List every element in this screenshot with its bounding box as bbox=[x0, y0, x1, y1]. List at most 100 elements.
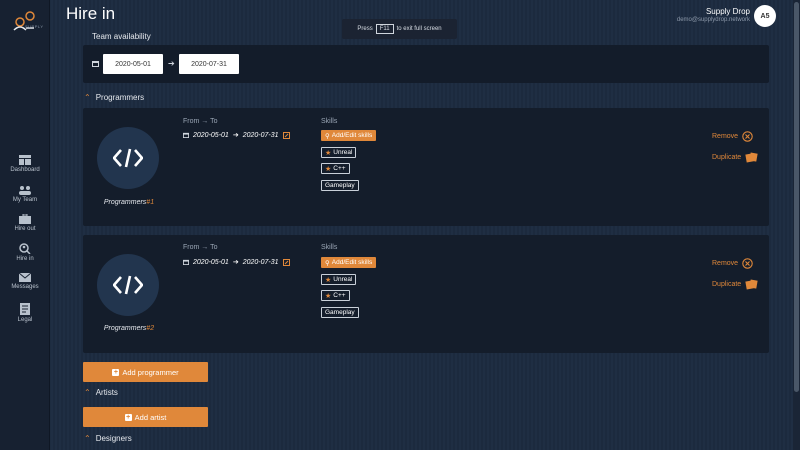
sidebar: SUPPLY Dashboard My Team Hire out Hire i… bbox=[0, 0, 50, 450]
calendar-icon bbox=[92, 61, 99, 67]
skill-tag-label: Gameplay bbox=[325, 182, 355, 189]
section-title: Programmers bbox=[95, 93, 145, 102]
chevron-up-icon: ⌃ bbox=[84, 93, 91, 102]
arrow-right-icon: ➔ bbox=[232, 259, 239, 266]
star-icon: ★ bbox=[325, 165, 332, 173]
sidebar-item-hire-in[interactable]: Hire in bbox=[0, 243, 50, 262]
envelope-icon bbox=[19, 273, 31, 282]
sidebar-item-label: Hire out bbox=[14, 226, 36, 232]
key-icon: ⚲ bbox=[325, 259, 330, 267]
copy-icon bbox=[745, 279, 758, 290]
calendar-icon bbox=[183, 259, 189, 265]
key-icon: ⚲ bbox=[325, 132, 330, 140]
calendar-icon bbox=[183, 132, 189, 138]
code-icon bbox=[97, 254, 159, 316]
close-circle-icon bbox=[742, 131, 753, 142]
edit-skills-label: Add/Edit skills bbox=[331, 259, 373, 266]
copy-icon bbox=[745, 152, 758, 163]
section-title: Artists bbox=[95, 388, 118, 397]
fullscreen-hint-prefix: Press bbox=[357, 26, 373, 32]
arrow-right-icon: ➔ bbox=[232, 132, 239, 139]
add-programmer-button[interactable]: + Add programmer bbox=[83, 362, 208, 382]
user-info[interactable]: Supply Drop demo@supplydrop.network bbox=[677, 7, 750, 23]
card-from-date: 2020-05-01 bbox=[193, 131, 229, 139]
duplicate-button[interactable]: Duplicate bbox=[712, 152, 758, 163]
skill-tag-label: Gameplay bbox=[325, 309, 355, 316]
card-from-date: 2020-05-01 bbox=[193, 258, 229, 266]
availability-from-input[interactable]: 2020-05-01 bbox=[103, 54, 163, 74]
card-to-date: 2020-07-31 bbox=[242, 131, 279, 139]
skill-tag: ★ Unreal bbox=[321, 147, 357, 158]
briefcase-icon bbox=[19, 214, 31, 224]
skill-tag: Gameplay bbox=[321, 180, 359, 191]
fullscreen-hint-key: F11 bbox=[375, 24, 394, 34]
star-icon: ★ bbox=[325, 292, 332, 300]
add-artist-button[interactable]: + Add artist bbox=[83, 407, 208, 427]
programmers-section-toggle[interactable]: ⌃ Programmers bbox=[84, 93, 144, 102]
logo-text: SUPPLY bbox=[25, 24, 44, 29]
sidebar-item-hire-out[interactable]: Hire out bbox=[0, 214, 50, 232]
skill-tag: ★ C++ bbox=[321, 290, 350, 301]
card-dates: 2020-05-01 ➔ 2020-07-31 bbox=[183, 131, 290, 139]
card-name-text: Programmers bbox=[103, 325, 147, 332]
dashboard-icon bbox=[19, 155, 31, 165]
plus-icon: + bbox=[124, 413, 132, 421]
remove-label: Remove bbox=[712, 260, 739, 267]
card-to-date: 2020-07-31 bbox=[242, 258, 279, 266]
scrollbar-thumb[interactable] bbox=[794, 2, 799, 392]
avatar[interactable]: A5 bbox=[754, 5, 776, 27]
logo-icon[interactable] bbox=[12, 6, 40, 36]
designers-section-toggle[interactable]: ⌃ Designers bbox=[84, 434, 132, 443]
add-artist-label: Add artist bbox=[134, 412, 167, 422]
programmer-card-1 bbox=[83, 108, 769, 226]
edit-icon[interactable] bbox=[282, 258, 290, 266]
card-name-text: Programmers bbox=[103, 199, 147, 206]
sidebar-item-label: Hire in bbox=[16, 256, 34, 262]
card-number: #2 bbox=[146, 325, 155, 332]
document-icon bbox=[20, 303, 30, 315]
skill-tag-label: C++ bbox=[333, 165, 346, 172]
edit-icon[interactable] bbox=[282, 131, 290, 139]
availability-to-input[interactable]: 2020-07-31 bbox=[179, 54, 239, 74]
artists-section-toggle[interactable]: ⌃ Artists bbox=[84, 388, 118, 397]
programmer-card-2 bbox=[83, 235, 769, 353]
fullscreen-hint-suffix: to exit full screen bbox=[396, 26, 442, 32]
add-programmer-label: Add programmer bbox=[122, 367, 179, 377]
card-dates: 2020-05-01 ➔ 2020-07-31 bbox=[183, 258, 290, 266]
sidebar-item-my-team[interactable]: My Team bbox=[0, 185, 50, 203]
skill-tag-label: Unreal bbox=[333, 276, 353, 283]
user-name: Supply Drop bbox=[705, 7, 750, 16]
sidebar-item-dashboard[interactable]: Dashboard bbox=[0, 155, 50, 173]
from-to-label: From → To bbox=[183, 118, 218, 125]
remove-button[interactable]: Remove bbox=[712, 258, 753, 269]
remove-button[interactable]: Remove bbox=[712, 131, 753, 142]
sidebar-item-label: Legal bbox=[17, 317, 33, 323]
star-icon: ★ bbox=[325, 276, 332, 284]
sidebar-item-label: My Team bbox=[12, 197, 38, 203]
edit-skills-label: Add/Edit skills bbox=[331, 132, 373, 139]
duplicate-label: Duplicate bbox=[712, 154, 742, 161]
sidebar-item-label: Messages bbox=[11, 284, 39, 290]
sidebar-item-label: Dashboard bbox=[10, 167, 40, 173]
skill-tag-label: C++ bbox=[333, 292, 346, 299]
sidebar-item-messages[interactable]: Messages bbox=[0, 273, 50, 290]
code-icon bbox=[97, 127, 159, 189]
arrow-right-icon: ➔ bbox=[168, 59, 175, 68]
card-name: Programmers#1 bbox=[79, 199, 179, 206]
sidebar-item-legal[interactable]: Legal bbox=[0, 303, 50, 323]
search-person-icon bbox=[19, 243, 31, 254]
chevron-up-icon: ⌃ bbox=[84, 388, 91, 397]
skill-tag: ★ C++ bbox=[321, 163, 350, 174]
skills-label: Skills bbox=[321, 244, 338, 251]
skill-tag-label: Unreal bbox=[333, 149, 353, 156]
duplicate-button[interactable]: Duplicate bbox=[712, 279, 758, 290]
plus-icon: + bbox=[112, 368, 120, 376]
remove-label: Remove bbox=[712, 133, 739, 140]
close-circle-icon bbox=[742, 258, 753, 269]
edit-skills-button[interactable]: ⚲ Add/Edit skills bbox=[321, 257, 377, 268]
skill-tag: Gameplay bbox=[321, 307, 359, 318]
chevron-up-icon: ⌃ bbox=[84, 434, 91, 443]
edit-skills-button[interactable]: ⚲ Add/Edit skills bbox=[321, 130, 377, 141]
card-number: #1 bbox=[146, 199, 155, 206]
team-icon bbox=[19, 186, 31, 195]
